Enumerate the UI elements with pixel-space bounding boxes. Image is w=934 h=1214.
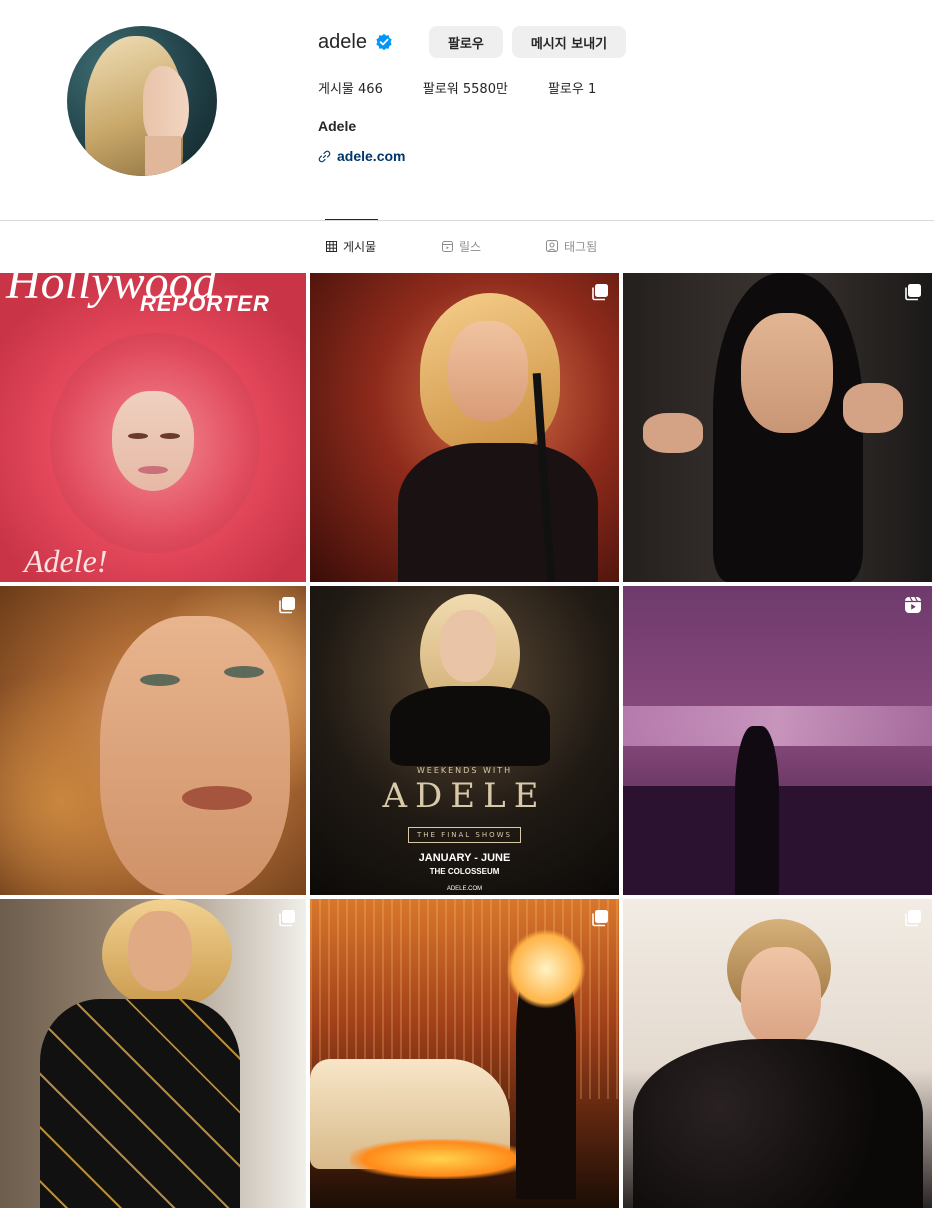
poster-date: JANUARY - JUNE [418, 852, 511, 864]
tab-posts-label: 게시물 [343, 239, 377, 254]
glam-face [741, 313, 833, 433]
performer-face [448, 321, 528, 421]
stat-followers-value: 5580만 [462, 82, 508, 97]
carousel-icon [905, 910, 921, 927]
glam-hand-left [643, 413, 703, 453]
poster-venue: THE COLOSSEUM [429, 867, 500, 876]
carousel-icon [279, 910, 295, 927]
piano-fire [350, 1139, 530, 1179]
closeup-face [100, 616, 290, 895]
tab-tagged-label: 태그됨 [564, 239, 598, 254]
tab-reels[interactable]: 릴스 [442, 220, 481, 272]
stat-following[interactable]: 팔로우 1 [548, 78, 596, 97]
ruffle-portrait-face [741, 947, 821, 1047]
post-ruffled-black-portrait[interactable] [623, 899, 932, 1208]
website-text: adele.com [337, 148, 406, 164]
cover-eye-left [128, 433, 148, 439]
post-weekends-with-adele-poster[interactable]: WEEKENDS WITH ADELE THE FINAL SHOWS JANU… [310, 586, 619, 895]
carousel-icon [905, 284, 921, 301]
message-button[interactable]: 메시지 보내기 [511, 26, 627, 58]
performer-dress [398, 443, 598, 582]
post-curly-hair-closeup[interactable] [0, 586, 306, 895]
profile-username: adele [318, 30, 367, 53]
poster-dress [390, 686, 550, 766]
carousel-icon [592, 910, 608, 927]
carousel-icon [279, 597, 295, 614]
closeup-eye-left [140, 674, 180, 686]
cover-eye-right [160, 433, 180, 439]
tab-posts[interactable]: 게시물 [324, 219, 379, 272]
post-stage-purple-reel[interactable] [623, 586, 932, 895]
poster-subtitle: WEEKENDS WITH [416, 766, 513, 775]
profile-header: adele 팔로우 메시지 보내기 게시물 466 팔로워 5580만 팔로우 … [0, 0, 934, 220]
profile-website-link[interactable]: adele.com [318, 148, 405, 164]
gold-lattice-dress [40, 999, 240, 1208]
tab-tagged[interactable]: 태그됨 [546, 220, 597, 272]
gold-dress-face [128, 911, 192, 991]
post-concert-singing[interactable] [310, 273, 619, 582]
profile-avatar[interactable] [67, 26, 217, 176]
reels-icon [905, 596, 921, 613]
post-piano-fire-stage[interactable] [310, 899, 619, 1208]
stat-followers-label: 팔로워 [422, 82, 459, 97]
glam-hand-right [843, 383, 903, 433]
carousel-icon [592, 284, 608, 301]
stat-posts-value: 466 [358, 82, 383, 97]
poster-final-shows: THE FINAL SHOWS [407, 827, 521, 843]
tagged-icon [546, 240, 558, 252]
post-hollywood-reporter-cover[interactable]: Hollywood REPORTER Adele! [0, 273, 306, 582]
avatar-neck [145, 136, 181, 176]
avatar-face [143, 66, 189, 146]
stage-performer [735, 726, 779, 895]
closeup-lips [182, 786, 252, 810]
stat-posts: 게시물 466 [318, 78, 383, 97]
poster-face [440, 610, 496, 682]
backlight-glow [506, 929, 586, 1009]
ruffled-black-top [633, 1039, 923, 1208]
name-row: adele 팔로우 메시지 보내기 [318, 26, 627, 58]
poster-box-wrap: THE FINAL SHOWS [310, 824, 619, 843]
stat-posts-label: 게시물 [318, 82, 354, 97]
link-icon [318, 150, 331, 162]
poster-title: ADELE [382, 776, 547, 816]
posts-grid: Hollywood REPORTER Adele! WEEKENDS WITH [0, 273, 934, 1208]
stat-following-value: 1 [587, 82, 597, 97]
cover-lips [138, 466, 168, 474]
follow-button[interactable]: 팔로우 [428, 26, 503, 58]
verified-badge-icon [375, 33, 393, 51]
post-black-gold-dress[interactable] [0, 899, 306, 1208]
poster-site: ADELE.COM [446, 886, 483, 892]
post-dark-glam-portrait[interactable] [623, 273, 932, 582]
grid-icon [326, 240, 337, 252]
profile-tabs: 게시물 릴스 태그됨 [0, 219, 934, 272]
closeup-eye-right [224, 666, 264, 678]
cover-face [112, 391, 194, 491]
profile-full-name: Adele [318, 118, 357, 134]
tab-reels-label: 릴스 [459, 239, 482, 254]
reels-icon [442, 240, 453, 252]
cover-signature: Adele! [24, 543, 108, 579]
profile-stats: 게시물 466 팔로워 5580만 팔로우 1 [318, 78, 636, 97]
stat-following-label: 팔로우 [547, 82, 584, 97]
stat-followers[interactable]: 팔로워 5580만 [423, 78, 508, 97]
magazine-brand: REPORTER [140, 291, 270, 316]
stage-lights [623, 706, 932, 746]
